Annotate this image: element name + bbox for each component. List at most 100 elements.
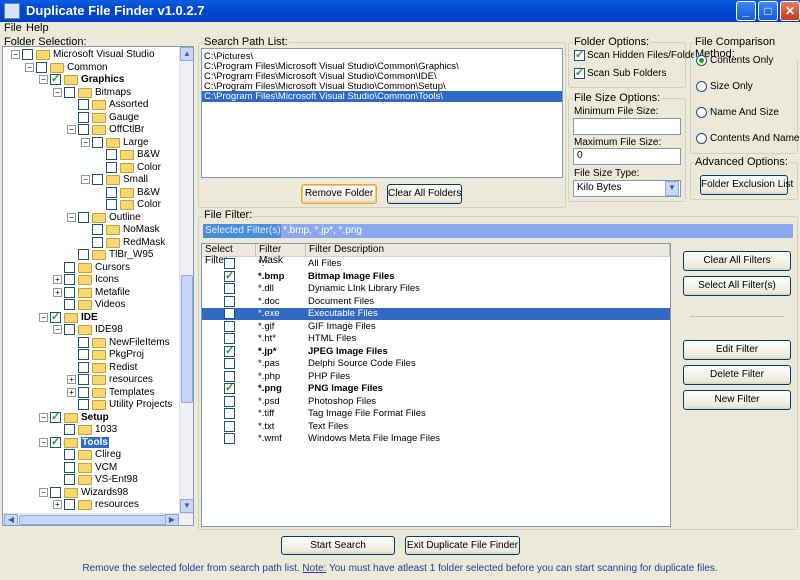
collapse-icon[interactable]: −	[39, 312, 48, 322]
tree-row[interactable]: − IDE98	[3, 324, 179, 336]
tree-row[interactable]: RedMask	[3, 236, 179, 249]
folder-checkbox[interactable]	[64, 474, 75, 485]
maximize-button[interactable]: □	[758, 1, 778, 21]
filter-row[interactable]: *.doc Document Files	[202, 295, 670, 308]
menu-file[interactable]: File	[4, 22, 22, 34]
tree-row[interactable]: − Bitmaps	[3, 86, 179, 99]
collapse-icon[interactable]: −	[67, 125, 76, 134]
col-filter-mask[interactable]: Filter Mask	[256, 244, 306, 266]
collapse-icon[interactable]: −	[39, 437, 48, 447]
collapse-icon[interactable]: −	[39, 412, 48, 422]
filter-checkbox[interactable]	[224, 320, 235, 332]
filter-checkbox[interactable]	[224, 395, 235, 407]
collapse-icon[interactable]: −	[81, 137, 90, 147]
tree-row[interactable]: − OffCtlBr	[3, 124, 179, 136]
title-bar[interactable]: Duplicate File Finder v1.0.2.7 _ □ ✕	[0, 0, 800, 22]
edit-filter-button[interactable]: Edit Filter	[683, 340, 791, 360]
filter-row[interactable]: *.* All Files	[202, 258, 670, 270]
tree-row[interactable]: Cursors	[3, 261, 179, 274]
tree-row[interactable]: − IDE	[3, 310, 179, 324]
folder-checkbox[interactable]	[78, 336, 89, 348]
folder-checkbox[interactable]	[78, 124, 89, 135]
tree-row[interactable]: B&W	[3, 149, 179, 161]
tree-horizontal-scrollbar[interactable]: ◀ ▶	[3, 513, 193, 525]
scroll-thumb[interactable]	[181, 275, 193, 403]
folder-checkbox[interactable]	[92, 174, 103, 185]
folder-checkbox[interactable]	[92, 136, 103, 148]
search-path-item[interactable]: C:\Program Files\Microsoft Visual Studio…	[202, 91, 562, 102]
collapse-icon[interactable]: −	[39, 75, 48, 84]
comparison-radio[interactable]	[696, 81, 707, 92]
folder-checkbox[interactable]	[64, 499, 75, 510]
tree-row[interactable]: Utility Projects	[3, 399, 179, 411]
scroll-up-icon[interactable]: ▲	[180, 47, 193, 61]
tree-row[interactable]: NoMask	[3, 224, 179, 236]
scan-hidden-checkbox[interactable]	[574, 48, 585, 61]
tree-row[interactable]: + resources	[3, 499, 179, 511]
folder-checkbox[interactable]	[50, 410, 61, 423]
filter-row[interactable]: *.wmf Windows Meta File Image Files	[202, 433, 670, 445]
tree-row[interactable]: + Icons	[3, 274, 179, 286]
folder-tree[interactable]: − Microsoft Visual Studio − Common − Graphics…	[2, 46, 194, 526]
filter-row[interactable]: *.exe Executable Files	[202, 308, 670, 320]
folder-checkbox[interactable]	[64, 286, 75, 298]
folder-checkbox[interactable]	[78, 349, 89, 360]
folder-checkbox[interactable]	[50, 486, 61, 498]
tree-row[interactable]: + Metafile	[3, 286, 179, 299]
filter-table[interactable]: Select Filter Filter Mask Filter Descrip…	[201, 243, 671, 527]
folder-checkbox[interactable]	[64, 299, 75, 310]
tree-row[interactable]: − Graphics	[3, 72, 179, 86]
filter-checkbox[interactable]	[224, 433, 235, 444]
tree-row[interactable]: 1033	[3, 424, 179, 436]
expand-icon[interactable]: +	[53, 287, 62, 297]
folder-checkbox[interactable]	[64, 424, 75, 435]
size-type-select[interactable]: Kilo Bytes ▼	[573, 180, 681, 197]
collapse-icon[interactable]: −	[39, 487, 48, 497]
filter-row[interactable]: *.pas Delphi Source Code Files	[202, 358, 670, 370]
filter-checkbox[interactable]	[224, 420, 235, 432]
folder-checkbox[interactable]	[64, 461, 75, 473]
folder-checkbox[interactable]	[64, 274, 75, 285]
comparison-radio[interactable]	[696, 107, 707, 118]
filter-checkbox[interactable]	[224, 344, 235, 357]
filter-checkbox[interactable]	[224, 258, 235, 269]
tree-row[interactable]: Assorted	[3, 99, 179, 111]
tree-row[interactable]: + resources	[3, 374, 179, 386]
folder-checkbox[interactable]	[92, 236, 103, 248]
scroll-left-icon[interactable]: ◀	[4, 514, 18, 525]
filter-row[interactable]: *.bmp Bitmap Image Files	[202, 269, 670, 283]
tree-row[interactable]: − Wizards98	[3, 486, 179, 499]
collapse-icon[interactable]: −	[53, 87, 62, 97]
collapse-icon[interactable]: −	[11, 50, 20, 59]
tree-row[interactable]: Gauge	[3, 111, 179, 124]
chevron-down-icon[interactable]: ▼	[665, 181, 679, 196]
filter-row[interactable]: *.txt Text Files	[202, 420, 670, 433]
exit-button[interactable]: Exit Duplicate File Finder	[405, 536, 520, 555]
folder-checkbox[interactable]	[78, 99, 89, 110]
folder-checkbox[interactable]	[50, 435, 61, 448]
filter-checkbox[interactable]	[224, 370, 235, 382]
close-button[interactable]: ✕	[780, 1, 800, 21]
tree-vertical-scrollbar[interactable]: ▲ ▼	[179, 47, 193, 513]
folder-checkbox[interactable]	[64, 86, 75, 98]
filter-row[interactable]: *.dll Dynamic LInk Library Files	[202, 283, 670, 295]
folder-checkbox[interactable]	[106, 186, 117, 198]
col-select-filter[interactable]: Select Filter	[202, 244, 256, 266]
tree-row[interactable]: NewFileItems	[3, 336, 179, 349]
menu-help[interactable]: Help	[26, 22, 49, 34]
comparison-radio[interactable]	[696, 55, 707, 66]
tree-row[interactable]: VCM	[3, 461, 179, 474]
clear-all-folders-button[interactable]: Clear All Folders	[387, 184, 462, 204]
tree-row[interactable]: PkgProj	[3, 349, 179, 361]
tree-row[interactable]: Videos	[3, 299, 179, 311]
tree-row[interactable]: Color	[3, 199, 179, 211]
expand-icon[interactable]: +	[53, 275, 62, 284]
collapse-icon[interactable]: −	[81, 175, 90, 184]
folder-checkbox[interactable]	[78, 111, 89, 123]
hscroll-thumb[interactable]	[19, 515, 169, 525]
folder-exclusion-button[interactable]: Folder Exclusion List	[700, 175, 793, 195]
folder-checkbox[interactable]	[78, 374, 89, 385]
tree-row[interactable]: − Common	[3, 61, 179, 74]
filter-checkbox[interactable]	[224, 408, 235, 419]
tree-row[interactable]: − Large	[3, 136, 179, 149]
